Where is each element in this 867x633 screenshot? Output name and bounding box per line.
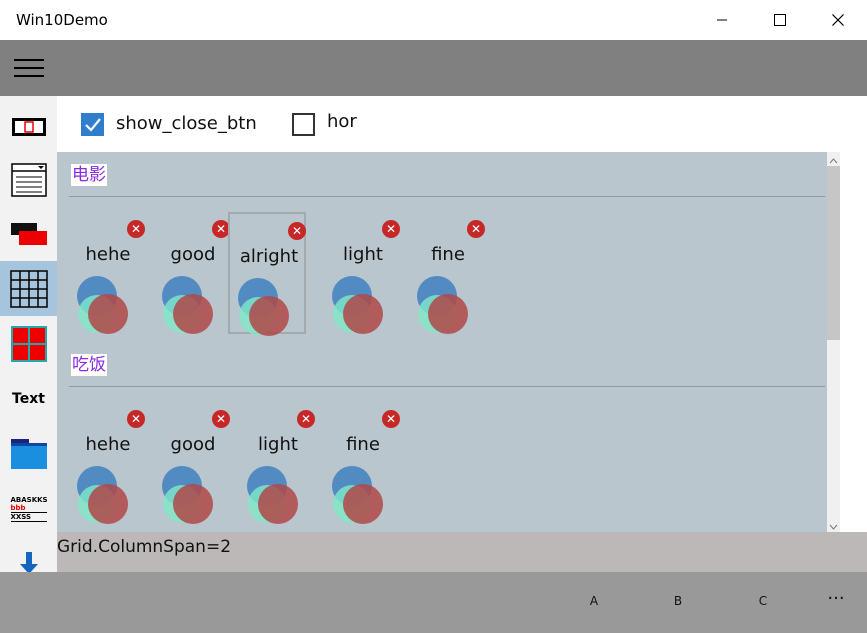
app-bar <box>0 40 867 96</box>
maximize-icon <box>774 14 786 26</box>
nav-item-download[interactable] <box>0 541 57 572</box>
nav-item-text-styles[interactable]: ABASKKS bbb XXSS <box>0 481 57 536</box>
hor-label: hor <box>327 111 357 132</box>
remove-item-close-icon[interactable]: ✕ <box>382 410 400 428</box>
remove-item-close-icon[interactable]: ✕ <box>382 220 400 238</box>
remove-item-close-icon[interactable]: ✕ <box>467 220 485 238</box>
text-icon: Text <box>12 390 45 407</box>
venn-image <box>162 274 222 338</box>
grid-item-label: light <box>343 244 383 265</box>
nav-item-grid[interactable] <box>0 261 57 316</box>
minimize-button[interactable] <box>693 0 751 40</box>
command-c-button[interactable]: C <box>753 594 773 608</box>
venn-image <box>417 276 468 334</box>
group-header: 电影 <box>71 164 107 186</box>
venn-image <box>77 274 137 338</box>
grid-item-label: alright <box>239 246 299 267</box>
grid-item[interactable]: ✕ light <box>239 402 317 524</box>
nav-item-list-window[interactable] <box>0 152 57 207</box>
grid-item-label: good <box>170 244 216 265</box>
venn-image <box>332 466 383 524</box>
grid-item-label: fine <box>431 244 465 265</box>
venn-image <box>77 466 128 524</box>
text-styles-line: bbb <box>10 504 47 513</box>
hamburger-line <box>14 67 44 69</box>
show-close-btn-checkbox[interactable] <box>81 113 104 136</box>
venn-image <box>238 278 289 336</box>
scrollbar-thumb[interactable] <box>827 166 840 340</box>
window-title: Win10Demo <box>16 11 108 29</box>
maximize-button[interactable] <box>751 0 809 40</box>
venn-image <box>332 274 392 338</box>
group-divider <box>69 196 825 197</box>
overlap-rects-icon <box>10 222 47 245</box>
remove-item-close-icon[interactable]: ✕ <box>288 222 306 240</box>
download-icon <box>19 551 38 572</box>
grid-item[interactable]: ✕ hehe <box>69 212 147 334</box>
grid-item[interactable]: ✕ good <box>154 402 232 524</box>
remove-item-close-icon[interactable]: ✕ <box>127 410 145 428</box>
list-window-icon <box>10 162 47 197</box>
nav-item-tiles[interactable] <box>0 316 57 371</box>
minimize-icon <box>717 19 727 21</box>
bottom-command-bar <box>0 572 867 633</box>
group-divider <box>69 386 825 387</box>
scroll-up-button[interactable] <box>828 152 839 164</box>
grid-item[interactable]: ✕ hehe <box>69 402 147 524</box>
hamburger-menu-button[interactable] <box>8 50 48 86</box>
hamburger-icon <box>14 59 44 61</box>
grid-item[interactable]: ✕ good <box>154 212 232 334</box>
button-icon <box>11 117 46 136</box>
command-b-button[interactable]: B <box>668 594 688 608</box>
checkmark-icon <box>85 118 101 132</box>
grid-icon <box>9 269 48 308</box>
more-button[interactable]: ··· <box>826 588 846 609</box>
close-icon <box>832 14 844 26</box>
venn-image <box>332 276 383 334</box>
remove-item-close-icon[interactable]: ✕ <box>297 410 315 428</box>
grouped-grid-view[interactable]: 电影 ✕ hehe ✕ good ✕ alright ✕ light ✕ fine 吃饭 ✕ heh… <box>57 152 827 532</box>
grid-item-label: good <box>170 434 216 455</box>
tiles-icon <box>10 325 47 362</box>
venn-image <box>332 464 392 528</box>
text-styles-line: XXSS <box>10 513 47 522</box>
status-text: Grid.ColumnSpan=2 <box>57 537 232 557</box>
venn-image <box>162 466 213 524</box>
grid-item[interactable]: ✕ fine <box>324 402 402 524</box>
hamburger-line <box>14 75 44 77</box>
nav-item-folder[interactable] <box>0 426 57 481</box>
grid-item[interactable]: ✕ alright <box>228 212 306 336</box>
grid-item-label: light <box>258 434 298 455</box>
venn-image <box>247 464 307 528</box>
grid-item-label: hehe <box>85 434 131 455</box>
nav-item-overlap[interactable] <box>0 206 57 261</box>
nav-item-text[interactable]: Text <box>0 371 57 426</box>
grid-item-label: hehe <box>85 244 131 265</box>
venn-image <box>162 276 213 334</box>
close-window-button[interactable] <box>809 0 867 40</box>
text-styles-line: ABASKKS <box>10 495 48 504</box>
venn-image <box>247 466 298 524</box>
remove-item-close-icon[interactable]: ✕ <box>127 220 145 238</box>
group-header: 吃饭 <box>71 354 107 376</box>
nav-item-button[interactable] <box>0 99 57 154</box>
grid-item-label: fine <box>346 434 380 455</box>
grid-item[interactable]: ✕ light <box>324 212 402 334</box>
show-close-btn-label: show_close_btn <box>116 113 257 134</box>
venn-image <box>238 276 298 340</box>
command-a-button[interactable]: A <box>584 594 604 608</box>
hor-checkbox[interactable] <box>292 113 315 136</box>
venn-image <box>162 464 222 528</box>
scroll-down-button[interactable] <box>828 518 839 530</box>
left-nav-pane: Text ABASKKS bbb XXSS <box>0 96 57 572</box>
text-styles-icon: ABASKKS bbb XXSS <box>10 495 48 522</box>
folder-icon <box>10 438 47 469</box>
grid-item[interactable]: ✕ fine <box>409 212 487 334</box>
venn-image <box>77 276 128 334</box>
remove-item-close-icon[interactable]: ✕ <box>212 410 230 428</box>
venn-image <box>77 464 137 528</box>
venn-image <box>417 274 477 338</box>
chevron-up-icon <box>829 158 838 164</box>
options-bar: show_close_btn hor <box>57 96 867 152</box>
